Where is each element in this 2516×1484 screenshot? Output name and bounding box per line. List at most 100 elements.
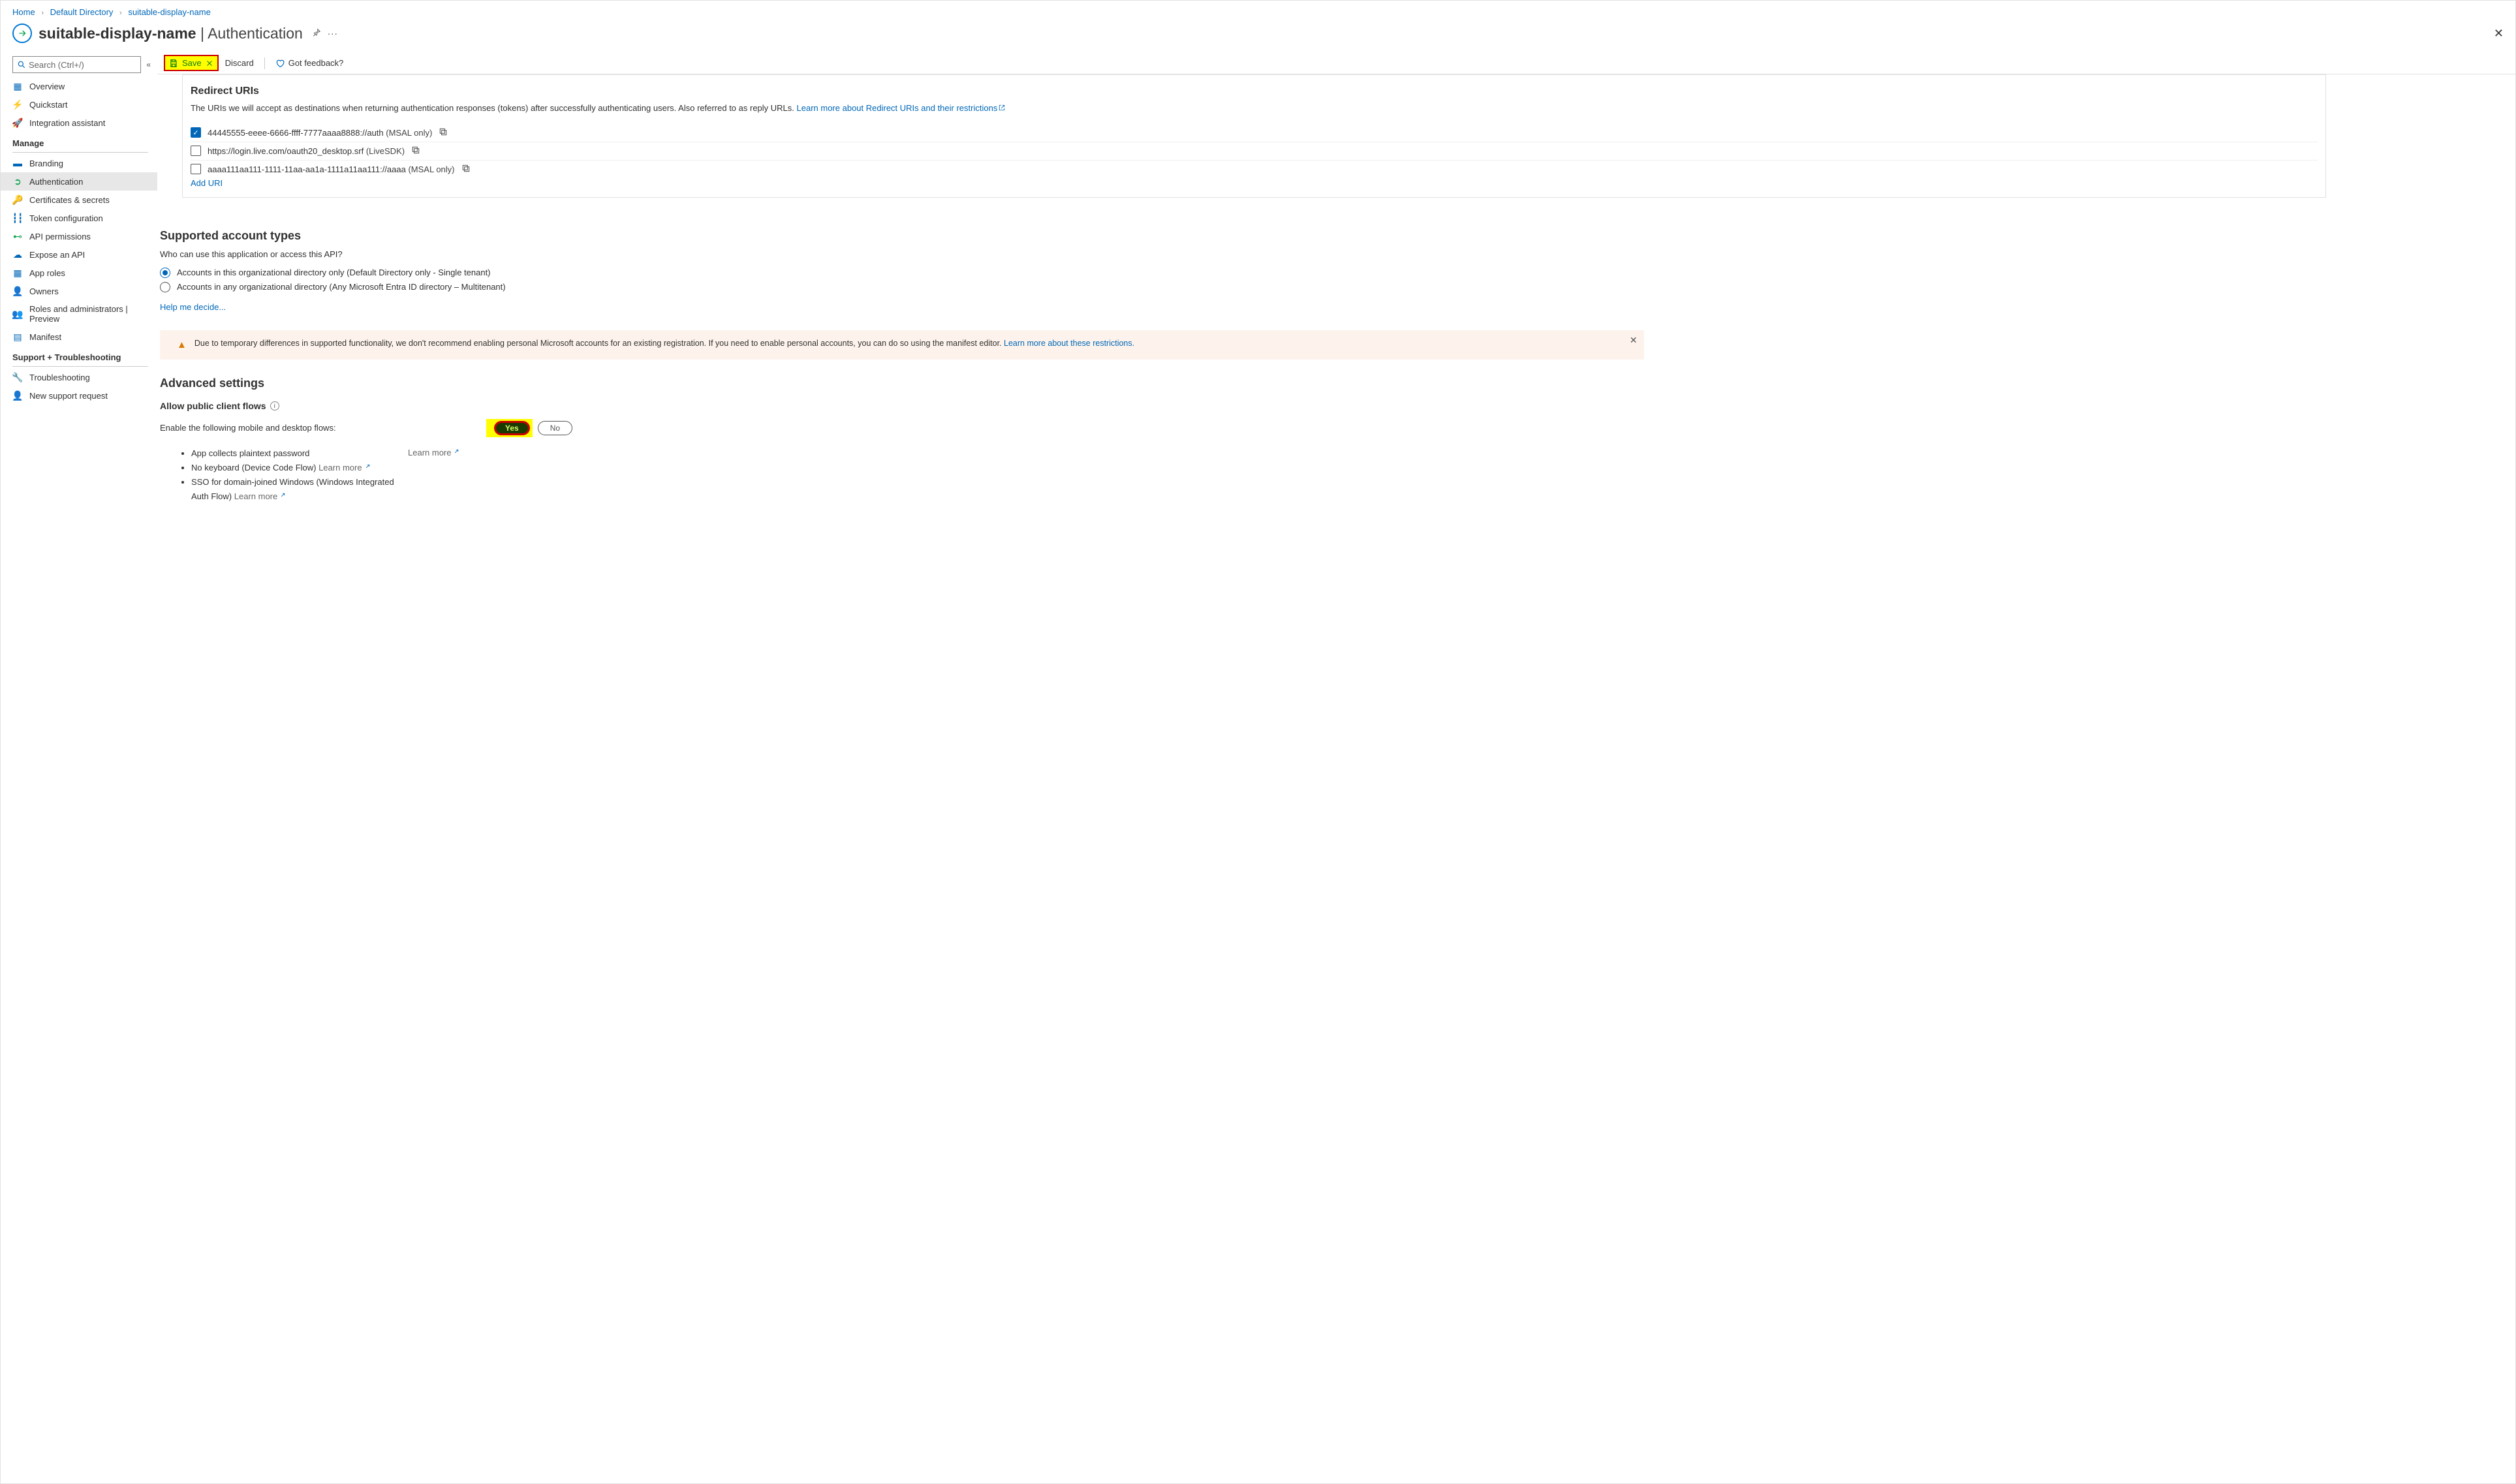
uri-row: aaaa111aa111-1111-11aa-aa1a-1111a11aa111… [191, 161, 2318, 178]
sidebar-collapse-icon[interactable]: « [146, 60, 151, 69]
nav-integration-assistant[interactable]: 🚀Integration assistant [1, 114, 157, 132]
toggle-no[interactable]: No [538, 421, 572, 435]
redirect-learn-link[interactable]: Learn more about Redirect URIs and their… [797, 103, 1006, 113]
account-option-single[interactable]: Accounts in this organizational director… [160, 266, 2515, 280]
copy-icon[interactable] [461, 164, 471, 175]
uri-text: https://login.live.com/oauth20_desktop.s… [208, 146, 405, 156]
branding-icon: ▬ [12, 158, 23, 168]
divider [264, 57, 265, 69]
redirect-desc: The URIs we will accept as destinations … [191, 102, 2318, 115]
nav-group-manage: Manage [12, 132, 148, 153]
nav-quickstart[interactable]: ⚡Quickstart [1, 95, 157, 114]
support-icon: 👤 [12, 390, 23, 401]
app-icon [12, 23, 32, 43]
nav-authentication[interactable]: ➲Authentication [1, 172, 157, 191]
copy-icon[interactable] [411, 146, 420, 157]
public-flows-toggle[interactable]: Yes No [486, 419, 572, 437]
external-link-icon [279, 493, 285, 499]
uri-checkbox[interactable] [191, 146, 201, 156]
roles-icon: ▦ [12, 268, 23, 278]
external-link-icon [999, 104, 1005, 111]
nav-app-roles[interactable]: ▦App roles [1, 264, 157, 282]
rocket-icon: 🚀 [12, 117, 23, 128]
uri-checkbox[interactable] [191, 164, 201, 174]
quickstart-icon: ⚡ [12, 99, 23, 110]
radio-icon[interactable] [160, 282, 170, 292]
grid-icon: ▦ [12, 81, 23, 91]
breadcrumb: Home › Default Directory › suitable-disp… [1, 1, 2515, 20]
feedback-button[interactable]: Got feedback? [270, 55, 349, 70]
flow-item: No keyboard (Device Code Flow) Learn mor… [191, 461, 408, 475]
learn-more-side-link[interactable]: Learn more [408, 446, 459, 504]
nav-group-support: Support + Troubleshooting [12, 346, 148, 367]
nav-new-support[interactable]: 👤New support request [1, 386, 157, 405]
advanced-settings-title: Advanced settings [160, 377, 2515, 390]
nav-roles-admins[interactable]: 👥Roles and administrators | Preview [1, 300, 157, 328]
enable-flows-label: Enable the following mobile and desktop … [160, 423, 486, 433]
cloud-icon: ☁ [12, 249, 23, 260]
close-icon[interactable]: ✕ [2494, 27, 2504, 40]
redirect-uris-card: Redirect URIs The URIs we will accept as… [182, 74, 2326, 198]
page-title: suitable-display-name | Authentication [39, 25, 303, 42]
save-button[interactable]: Save [164, 55, 219, 71]
accounts-sub: Who can use this application or access t… [160, 249, 2515, 259]
breadcrumb-home[interactable]: Home [12, 7, 35, 17]
external-link-icon [452, 449, 459, 456]
alert-close-icon[interactable]: ✕ [1630, 334, 1638, 347]
sidebar: Search (Ctrl+/) « ▦Overview ⚡Quickstart … [1, 52, 157, 523]
admin-icon: 👥 [12, 309, 23, 319]
info-icon[interactable]: i [270, 401, 279, 410]
pin-icon[interactable] [312, 28, 321, 39]
sliders-icon: ┇┇ [12, 213, 23, 223]
discard-button[interactable]: Discard [220, 55, 259, 70]
radio-icon[interactable] [160, 268, 170, 278]
manifest-icon: ▤ [12, 332, 23, 342]
uri-text: aaaa111aa111-1111-11aa-aa1a-1111a11aa111… [208, 164, 455, 174]
copy-icon[interactable] [439, 127, 448, 138]
page-header: suitable-display-name | Authentication ·… [1, 20, 2515, 52]
add-uri-link[interactable]: Add URI [191, 178, 223, 188]
warning-alert: ▲ Due to temporary differences in suppor… [160, 330, 1644, 360]
key-icon: 🔑 [12, 194, 23, 205]
nav-branding[interactable]: ▬Branding [1, 154, 157, 172]
wrench-icon: 🔧 [12, 372, 23, 382]
breadcrumb-app[interactable]: suitable-display-name [128, 7, 210, 17]
breadcrumb-directory[interactable]: Default Directory [50, 7, 114, 17]
nav-owners[interactable]: 👤Owners [1, 282, 157, 300]
nav-manifest[interactable]: ▤Manifest [1, 328, 157, 346]
learn-more-link[interactable]: Learn more [234, 491, 285, 501]
heart-icon [275, 59, 285, 68]
more-icon[interactable]: ··· [328, 29, 338, 39]
save-icon [169, 59, 178, 68]
account-option-multi[interactable]: Accounts in any organizational directory… [160, 280, 2515, 294]
uri-row: 44445555-eeee-6666-ffff-7777aaaa8888://a… [191, 124, 2318, 142]
uri-checkbox[interactable] [191, 127, 201, 138]
flow-item: App collects plaintext password [191, 446, 408, 461]
main-content: Save Discard Got feedback? Redirect URIs… [157, 52, 2515, 523]
uri-row: https://login.live.com/oauth20_desktop.s… [191, 142, 2318, 161]
nav-api-permissions[interactable]: ⊷API permissions [1, 227, 157, 245]
nav-token-config[interactable]: ┇┇Token configuration [1, 209, 157, 227]
search-input[interactable]: Search (Ctrl+/) [12, 56, 141, 73]
api-icon: ⊷ [12, 231, 23, 241]
nav-troubleshooting[interactable]: 🔧Troubleshooting [1, 368, 157, 386]
learn-more-link[interactable]: Learn more [318, 463, 369, 472]
auth-icon: ➲ [12, 176, 23, 187]
discard-x-icon [206, 59, 213, 67]
uri-text: 44445555-eeee-6666-ffff-7777aaaa8888://a… [208, 128, 432, 138]
help-me-decide-link[interactable]: Help me decide... [160, 302, 226, 312]
alert-learn-link[interactable]: Learn more about these restrictions. [1004, 339, 1134, 348]
supported-accounts-heading: Supported account types [160, 229, 2515, 243]
warning-icon: ▲ [177, 338, 187, 352]
toggle-yes[interactable]: Yes [494, 421, 530, 435]
search-icon [17, 60, 26, 69]
redirect-title: Redirect URIs [191, 85, 2318, 97]
toolbar: Save Discard Got feedback? [157, 52, 2515, 74]
allow-public-flows-title: Allow public client flowsi [160, 401, 2515, 411]
external-link-icon [364, 464, 370, 471]
flow-item: SSO for domain-joined Windows (Windows I… [191, 475, 408, 504]
person-icon: 👤 [12, 286, 23, 296]
nav-expose-api[interactable]: ☁Expose an API [1, 245, 157, 264]
nav-overview[interactable]: ▦Overview [1, 77, 157, 95]
nav-certificates[interactable]: 🔑Certificates & secrets [1, 191, 157, 209]
